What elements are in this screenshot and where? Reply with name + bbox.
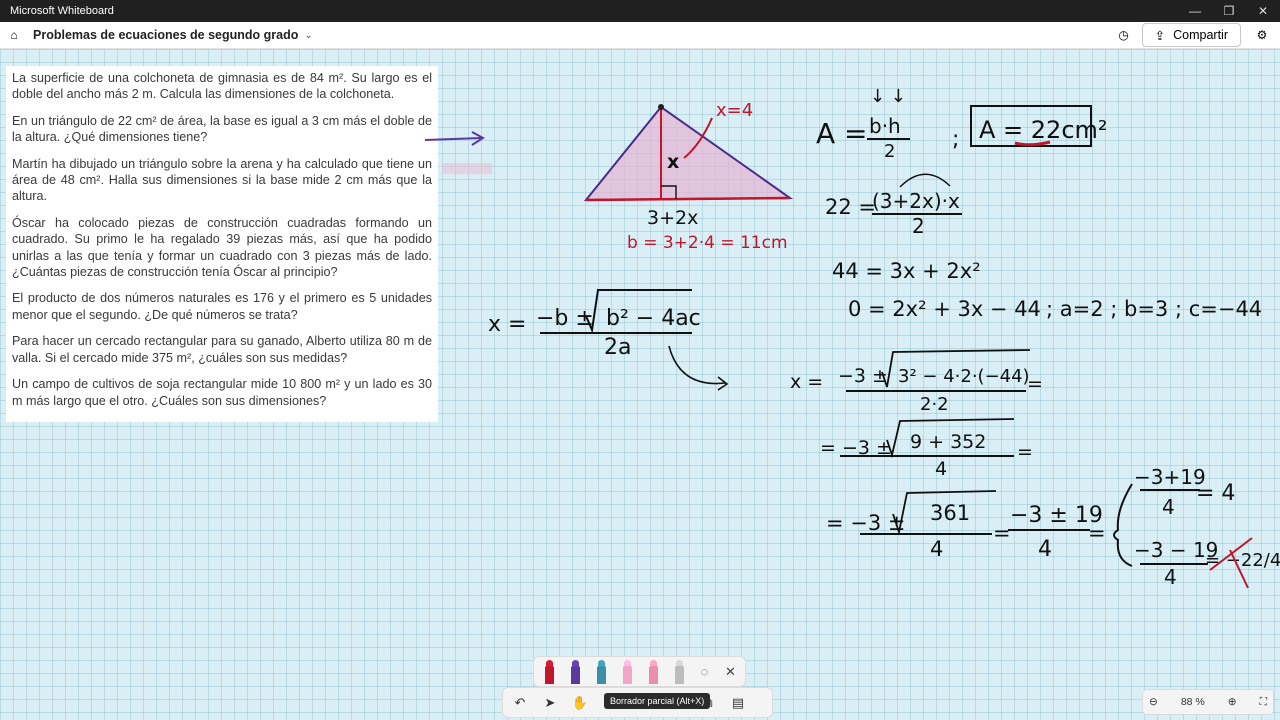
chevron-down-icon[interactable]: ⌄ bbox=[304, 30, 312, 41]
eraser-tooltip: Borrador parcial (Alt+X) bbox=[604, 693, 711, 709]
lasso-icon[interactable]: ◌ bbox=[696, 660, 713, 684]
app-bar: ⌂ Problemas de ecuaciones de segundo gra… bbox=[0, 22, 1280, 49]
problem-1: La superficie de una colchoneta de gimna… bbox=[12, 71, 432, 102]
window-titlebar: Microsoft Whiteboard — ❐ ✕ bbox=[0, 0, 1280, 22]
zoom-control: ⊖ 88 % ⊕ ⛶ bbox=[1142, 689, 1274, 715]
window-title: Microsoft Whiteboard bbox=[10, 5, 114, 17]
pen-3 bbox=[623, 665, 632, 684]
teal-pen-button[interactable] bbox=[592, 660, 609, 684]
close-icon[interactable]: ✕ bbox=[722, 660, 739, 684]
minimize-button[interactable]: — bbox=[1178, 0, 1212, 22]
zoom-out-icon[interactable]: ⊖ bbox=[1149, 696, 1158, 708]
zoom-level: 88 % bbox=[1180, 696, 1205, 708]
fit-screen-icon[interactable]: ⛶ bbox=[1260, 696, 1267, 709]
share-label: Compartir bbox=[1173, 28, 1228, 42]
pen-1 bbox=[571, 665, 580, 684]
share-icon: ⇪ bbox=[1154, 28, 1166, 43]
hand-icon[interactable]: ✋ bbox=[569, 695, 591, 711]
close-window-button[interactable]: ✕ bbox=[1246, 0, 1280, 22]
home-icon[interactable]: ⌂ bbox=[1, 28, 27, 42]
pen-4 bbox=[649, 665, 658, 684]
problem-4: Óscar ha colocado piezas de construcción… bbox=[12, 215, 432, 280]
more-icon[interactable]: ▤ bbox=[727, 695, 749, 711]
timer-icon[interactable]: ◷ bbox=[1111, 28, 1137, 42]
maximize-button[interactable]: ❐ bbox=[1212, 0, 1246, 22]
gear-icon[interactable]: ⚙ bbox=[1249, 28, 1275, 42]
share-button[interactable]: ⇪ Compartir bbox=[1141, 23, 1241, 47]
undo-icon[interactable]: ↶ bbox=[509, 695, 531, 711]
zoom-in-icon[interactable]: ⊕ bbox=[1228, 696, 1237, 708]
eraser-button[interactable] bbox=[644, 660, 661, 684]
problem-6: Para hacer un cercado rectangular para s… bbox=[12, 334, 432, 365]
problem-5: El producto de dos números naturales es … bbox=[12, 291, 432, 322]
red-pen-button[interactable] bbox=[540, 660, 557, 684]
pen-5 bbox=[675, 665, 684, 684]
ruler-button[interactable] bbox=[670, 660, 687, 684]
problem-2: En un triángulo de 22 cm² de área, la ba… bbox=[12, 113, 432, 145]
purple-pen-button[interactable] bbox=[566, 660, 583, 684]
pen-2 bbox=[597, 665, 606, 684]
problem-7: Un campo de cultivos de soja rectangular… bbox=[12, 377, 432, 408]
problem-3: Martín ha dibujado un triángulo sobre la… bbox=[12, 156, 432, 204]
board-title[interactable]: Problemas de ecuaciones de segundo grado bbox=[33, 28, 298, 42]
problems-text-card[interactable]: La superficie de una colchoneta de gimna… bbox=[6, 66, 438, 422]
pen-0 bbox=[545, 665, 554, 684]
pink-highlighter-button[interactable] bbox=[618, 660, 635, 684]
select-icon[interactable]: ➤ bbox=[539, 695, 561, 711]
pen-tray: ◌ ✕ bbox=[533, 656, 746, 687]
